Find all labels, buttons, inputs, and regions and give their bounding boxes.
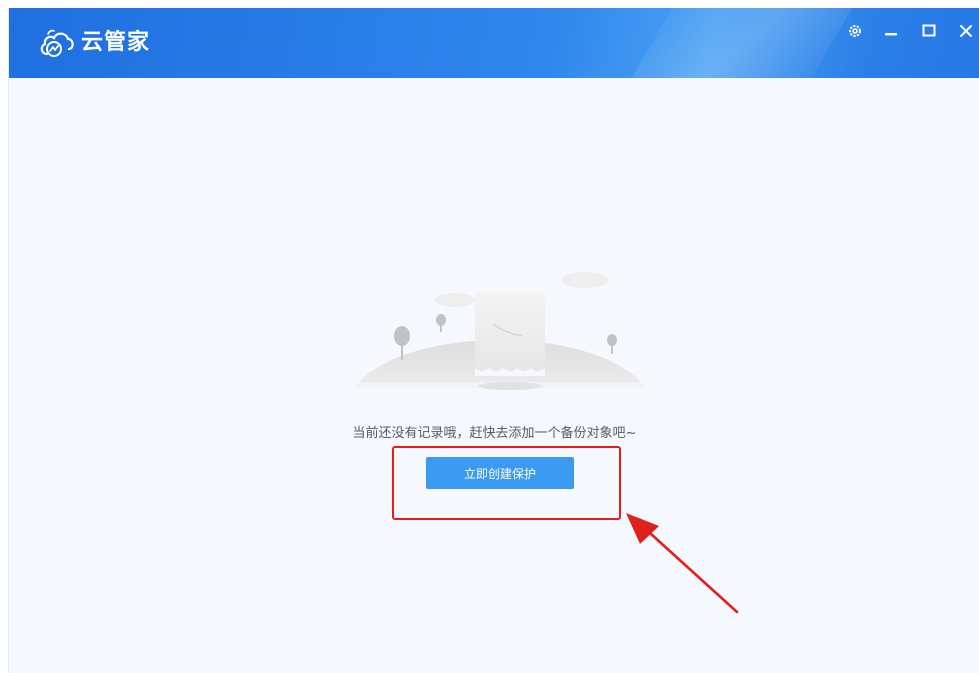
maximize-button[interactable]: [919, 20, 939, 42]
empty-state-illustration: [352, 272, 648, 390]
minimize-icon: [885, 33, 897, 36]
annotation-highlight-box: [392, 446, 621, 520]
title-bar-sheen: [602, 8, 876, 78]
settings-icon: [849, 25, 861, 37]
app-window: 云管家 当前还没有记录哦，赶快去添加一个备份对象吧~ 立即创建保护: [8, 8, 979, 673]
title-bar[interactable]: 云管家: [9, 8, 979, 78]
close-icon: [960, 25, 972, 37]
empty-state-message: 当前还没有记录哦，赶快去添加一个备份对象吧~: [352, 426, 637, 441]
app-brand: 云管家: [39, 25, 150, 61]
maximize-icon: [922, 24, 936, 37]
settings-button[interactable]: [845, 20, 865, 42]
annotation-arrow-icon: [626, 513, 739, 614]
app-title: 云管家: [81, 30, 151, 55]
minimize-button[interactable]: [881, 20, 901, 42]
cloud-logo-icon: [40, 29, 74, 57]
close-button[interactable]: [956, 20, 976, 42]
